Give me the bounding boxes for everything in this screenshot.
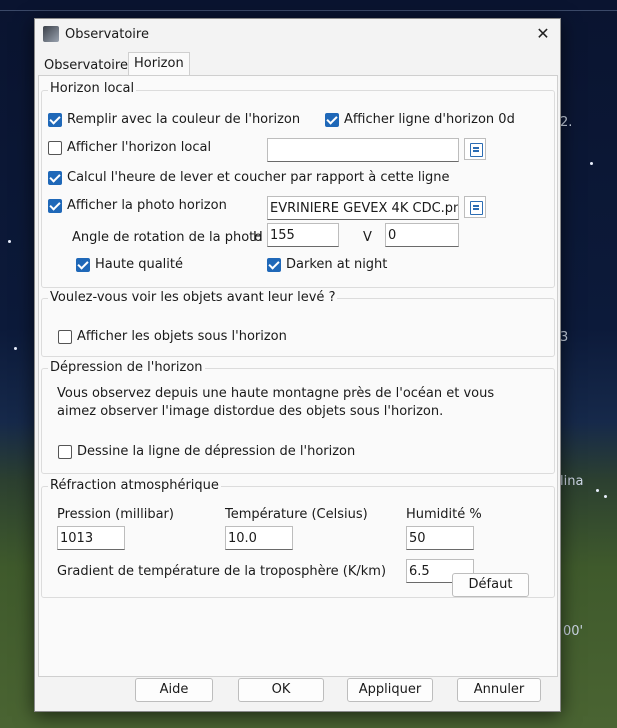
star xyxy=(590,162,593,165)
bg-label: 2. xyxy=(560,115,573,130)
checkbox-box[interactable] xyxy=(58,329,72,344)
bg-label: 3 xyxy=(560,330,569,345)
group-legend: Réfraction atmosphérique xyxy=(48,478,221,493)
horizon-tab-pane: Horizon local Remplir avec la couleur de… xyxy=(38,75,558,677)
tab-horizon[interactable]: Horizon xyxy=(128,52,190,75)
checkbox-label: Remplir avec la couleur de l'horizon xyxy=(67,112,301,127)
window-title: Observatoire xyxy=(65,27,149,42)
file-open-icon xyxy=(470,201,483,215)
star xyxy=(8,240,11,243)
photo-file-input[interactable]: EVRINIERE GEVEX 4K CDC.png xyxy=(267,196,459,220)
checkbox-label: Afficher l'horizon local xyxy=(67,140,212,155)
file-open-icon xyxy=(470,143,483,157)
default-button[interactable]: Défaut xyxy=(452,573,529,597)
checkbox-label: Darken at night xyxy=(286,257,388,272)
sky-horizon-line xyxy=(0,10,617,11)
checkbox-box[interactable] xyxy=(76,257,90,272)
checkbox-label: Afficher la photo horizon xyxy=(67,198,227,213)
depression-description: Vous observez depuis une haute montagne … xyxy=(57,386,495,419)
group-legend: Horizon local xyxy=(48,81,137,96)
checkbox-box[interactable] xyxy=(58,444,72,459)
star xyxy=(604,495,607,498)
pressure-input[interactable]: 1013 xyxy=(57,526,125,550)
checkbox-label: Afficher ligne d'horizon 0d xyxy=(344,112,515,127)
show-local-horizon-checkbox[interactable]: Afficher l'horizon local xyxy=(48,140,211,155)
app-icon xyxy=(43,26,59,42)
rotation-v-input[interactable]: 0 xyxy=(385,223,459,247)
help-button[interactable]: Aide xyxy=(135,678,213,702)
checkbox-label: Haute qualité xyxy=(95,257,183,272)
star xyxy=(596,489,599,492)
humidity-input[interactable]: 50 xyxy=(406,526,474,550)
humidity-label: Humidité % xyxy=(406,507,482,522)
checkbox-box[interactable] xyxy=(48,198,62,213)
star xyxy=(14,347,17,350)
tab-observatoire[interactable]: Observatoire xyxy=(40,55,132,77)
group-before-rise xyxy=(41,298,555,357)
ok-button[interactable]: OK xyxy=(238,678,324,702)
fill-color-checkbox[interactable]: Remplir avec la couleur de l'horizon xyxy=(48,112,300,127)
rotation-h-label: H xyxy=(253,230,263,245)
group-legend: Voulez-vous voir les objets avant leur l… xyxy=(48,290,338,305)
bg-label: 00' xyxy=(563,624,584,639)
cancel-button[interactable]: Annuler xyxy=(457,678,541,702)
browse-photo-button[interactable] xyxy=(464,196,486,218)
group-legend: Dépression de l'horizon xyxy=(48,360,205,375)
show-below-horizon-checkbox[interactable]: Afficher les objets sous l'horizon xyxy=(58,329,287,344)
rotation-v-label: V xyxy=(363,230,372,245)
apply-button[interactable]: Appliquer xyxy=(347,678,433,702)
browse-local-horizon-button[interactable] xyxy=(464,138,486,160)
checkbox-box[interactable] xyxy=(48,112,62,127)
bg-label: lina xyxy=(560,474,584,489)
checkbox-box[interactable] xyxy=(267,257,281,272)
high-quality-checkbox[interactable]: Haute qualité xyxy=(76,257,183,272)
gradient-label: Gradient de température de la troposphèr… xyxy=(57,564,387,579)
pressure-label: Pression (millibar) xyxy=(57,507,174,522)
checkbox-label: Calcul l'heure de lever et coucher par r… xyxy=(67,170,450,185)
draw-depression-checkbox[interactable]: Dessine la ligne de dépression de l'hori… xyxy=(58,444,355,459)
local-horizon-file-input[interactable] xyxy=(267,138,459,162)
rotation-angle-label: Angle de rotation de la photo xyxy=(72,230,263,245)
checkbox-box[interactable] xyxy=(48,170,62,185)
checkbox-box[interactable] xyxy=(48,140,62,155)
temperature-input[interactable]: 10.0 xyxy=(225,526,293,550)
checkbox-box[interactable] xyxy=(325,112,339,127)
observatoire-dialog: Observatoire ✕ Observatoire Horizon Hori… xyxy=(34,18,561,712)
rotation-h-input[interactable]: 155 xyxy=(267,223,339,247)
checkbox-label: Dessine la ligne de dépression de l'hori… xyxy=(77,444,356,459)
show-line-0d-checkbox[interactable]: Afficher ligne d'horizon 0d xyxy=(325,112,515,127)
checkbox-label: Afficher les objets sous l'horizon xyxy=(77,329,287,344)
rise-set-calc-checkbox[interactable]: Calcul l'heure de lever et coucher par r… xyxy=(48,170,450,185)
temperature-label: Température (Celsius) xyxy=(225,507,368,522)
darken-night-checkbox[interactable]: Darken at night xyxy=(267,257,387,272)
show-photo-checkbox[interactable]: Afficher la photo horizon xyxy=(48,198,227,213)
title-bar: Observatoire ✕ xyxy=(35,19,560,49)
close-icon[interactable]: ✕ xyxy=(532,23,554,45)
